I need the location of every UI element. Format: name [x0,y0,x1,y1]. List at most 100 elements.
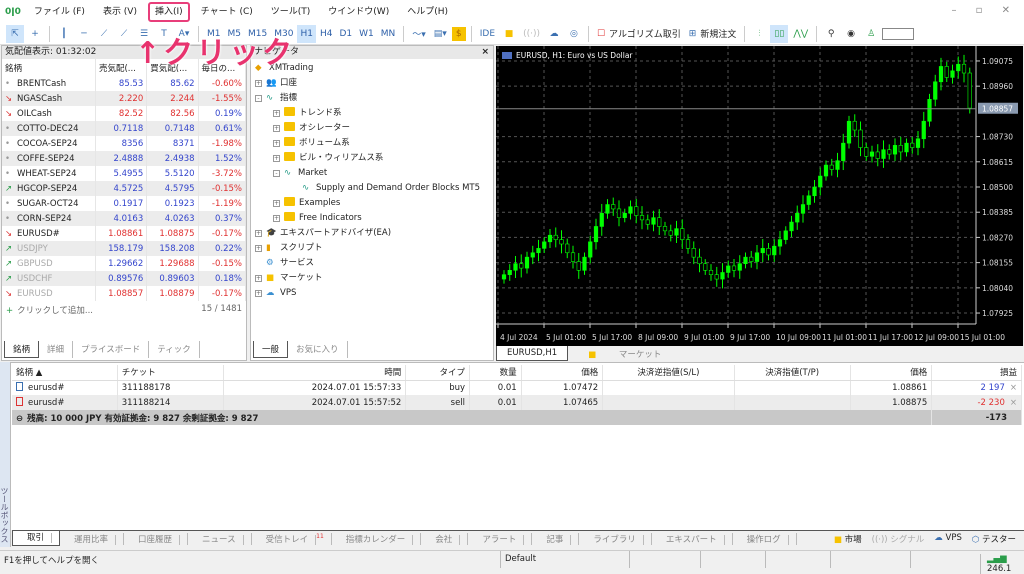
cursor-icon[interactable]: ⇱ [6,24,24,43]
market-watch-row[interactable]: • SUGAR-OCT24 0.1917 0.1923 -1.19% [2,196,247,211]
global-icon[interactable]: ◎ [565,25,583,43]
timeframe-h1[interactable]: H1 [297,24,316,43]
col-header[interactable]: 数量 [469,365,522,381]
signals-tab[interactable]: ((·)) シグナル [872,533,925,545]
nav-item[interactable]: + ▮ スクリプト [255,241,489,256]
market-watch-row[interactable]: ↗ USDCHF 0.89576 0.89603 0.18% [2,271,247,286]
nav-item[interactable]: + ☁ VPS [255,286,489,301]
vps-tab[interactable]: ☁ VPS [934,533,962,545]
nav-item[interactable]: + 🎓 エキスパートアドバイザ(EA) [255,226,489,241]
tab-eurusd-h1[interactable]: EURUSD,H1 [496,346,569,361]
market-watch-row[interactable]: ↘ OILCash 82.52 82.56 0.19% [2,106,247,121]
expand-icon[interactable]: + [273,155,280,162]
tab-priceboard[interactable]: プライスボード [73,341,150,358]
menu-file[interactable]: ファイル (F) [27,5,92,19]
crosshair-icon[interactable]: + [26,25,44,43]
toolbox-tab[interactable]: 受信トレイ 11 [252,532,332,545]
toolbox-tab[interactable]: 記事 [532,532,580,545]
dollar-icon[interactable]: $ [451,26,466,41]
market-watch-row[interactable]: ↘ EURUSD# 1.08861 1.08875 -0.17% [2,226,247,241]
toolbox-tab[interactable]: ライブラリ [579,532,652,545]
ide-button[interactable]: IDE [477,25,498,43]
timeframe-d1[interactable]: D1 [336,25,355,43]
quick-search-input[interactable] [882,27,915,40]
market-watch-row[interactable]: ↘ NGASCash 2.220 2.244 -1.55% [2,91,247,106]
nav-item[interactable]: + オシレーター [255,121,489,136]
market-watch-row[interactable]: ↘ EURUSD 1.08857 1.08879 -0.17% [2,286,247,301]
nav-item[interactable]: + トレンド系 [255,106,489,121]
col-header[interactable]: 銘柄 ▲ [12,365,118,381]
menu-window[interactable]: ウインドウ(W) [321,5,396,19]
market-watch-row[interactable]: • COTTO-DEC24 0.7118 0.7148 0.61% [2,121,247,136]
tab-market[interactable]: ■ マーケット [568,346,681,361]
timeframe-w1[interactable]: W1 [356,25,377,43]
nav-item[interactable]: - ∿ Market [255,166,489,181]
user-icon[interactable]: ♙ [862,25,880,43]
menu-insert[interactable]: 挿入(I) [147,1,190,22]
nav-item[interactable]: + 👥 口座 [255,76,489,91]
candlestick-icon[interactable]: ▯▯ [770,24,789,43]
close-position-icon[interactable]: × [1010,398,1017,408]
drawing-icon[interactable]: ⟋ [115,25,133,43]
vertical-line-icon[interactable]: ┃ [55,25,73,43]
menu-view[interactable]: 表示 (V) [96,5,144,19]
tab-details[interactable]: 詳細 [39,341,74,358]
tab-favorites[interactable]: お気に入り [288,341,348,358]
add-symbol-button[interactable]: + クリックして追加... [6,304,93,316]
col-symbol[interactable]: 銘柄 [2,59,96,76]
connection-status[interactable]: ▂▄▆ 246.1 [980,554,1024,574]
col-header[interactable]: 損益 [931,365,1022,381]
expand-icon[interactable]: + [255,230,262,237]
col-header[interactable]: チケット [117,365,225,381]
expand-icon[interactable]: + [273,215,280,222]
nav-item[interactable]: + ■ マーケット [255,271,489,286]
market-watch-row[interactable]: ↗ GBPUSD 1.29662 1.29688 -0.15% [2,256,247,271]
horizontal-line-icon[interactable]: ─ [75,25,93,43]
new-order-button[interactable]: ⊞ 新規注文 [686,25,740,43]
timeframe-h4[interactable]: H4 [317,25,336,43]
expand-icon[interactable]: + [255,275,262,282]
chart-svg[interactable]: 1.09075 1.08960 1.08730 1.08615 1.08500 1.083… [496,46,1023,346]
trendline-icon[interactable]: ⟋ [95,25,113,43]
col-header[interactable]: 価格 [521,365,604,381]
nav-item[interactable]: - ∿ 指標 [255,91,489,106]
col-header[interactable]: 価格 [850,365,933,381]
expand-icon[interactable]: + [273,140,280,147]
tab-ticks[interactable]: ティック [149,341,200,358]
expand-icon[interactable]: + [255,80,262,87]
market-watch-row[interactable]: • COFFE-SEP24 2.4888 2.4938 1.52% [2,151,247,166]
market-watch-row[interactable]: ↗ HGCOP-SEP24 4.5725 4.5795 -0.15% [2,181,247,196]
toolbox-tab[interactable]: 口座履歴 [124,532,189,545]
price-chart[interactable]: 1.09075 1.08960 1.08730 1.08615 1.08500 1.083… [496,46,1023,346]
collapse-icon[interactable]: - [273,170,280,177]
nav-item[interactable]: + ボリューム系 [255,136,489,151]
menu-tools[interactable]: ツール(T) [264,5,318,19]
toolbox-tab[interactable]: 取引 [12,531,61,546]
nav-item[interactable]: + Free Indicators [255,211,489,226]
col-header[interactable]: 決済逆指値(S/L) [602,365,735,381]
algo-trading-button[interactable]: ☐ アルゴリズム取引 [594,25,684,43]
signal-icon[interactable]: ((·)) [520,25,543,43]
window-controls[interactable]: – ▫ ✕ [951,5,1018,16]
tab-general[interactable]: 一般 [253,341,289,358]
market-watch-row[interactable]: ↗ USDJPY 158.179 158.208 0.22% [2,241,247,256]
bar-chart-icon[interactable]: ⫶ [750,25,768,43]
timeframe-mn[interactable]: MN [378,25,399,43]
col-header[interactable]: 時間 [223,365,407,381]
line-chart-icon[interactable]: ⋀⋁ [790,25,811,43]
expand-icon[interactable]: + [273,200,280,207]
nav-item[interactable]: ⚙ サービス [255,256,489,271]
col-header[interactable]: 決済指値(T/P) [734,365,851,381]
market-bag-icon[interactable]: ■ [500,25,518,43]
collapse-icon[interactable]: ⊖ [16,414,23,424]
tab-symbols[interactable]: 銘柄 [4,341,40,358]
nav-item[interactable]: + ビル・ウィリアムス系 [255,151,489,166]
col-header[interactable]: タイプ [405,365,471,381]
close-position-icon[interactable]: × [1010,383,1017,393]
search-icon[interactable]: ⚲ [822,25,840,43]
expand-icon[interactable]: + [273,110,280,117]
toolbox-tab[interactable]: 指標カレンダー [332,532,422,545]
market-watch-row[interactable]: • BRENTCash 85.53 85.62 -0.60% [2,76,247,91]
collapse-icon[interactable]: - [255,95,262,102]
menu-help[interactable]: ヘルプ(H) [400,5,455,19]
